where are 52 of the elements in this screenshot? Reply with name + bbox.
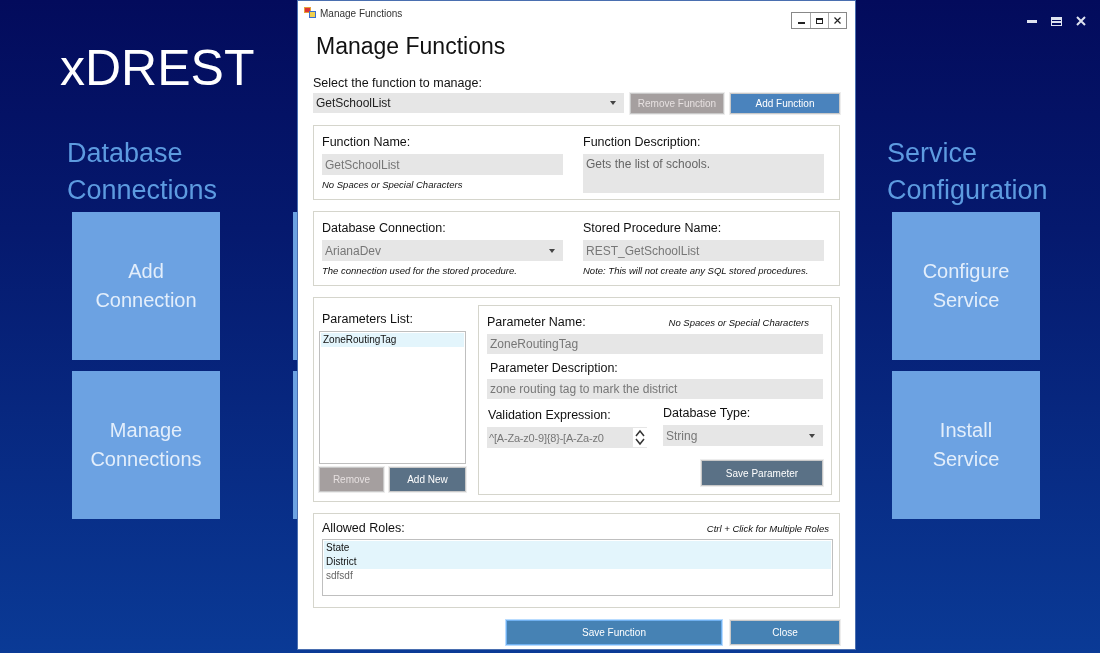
connection-dropdown[interactable]: ArianaDev (322, 240, 563, 261)
function-dropdown[interactable]: GetSchoolList (313, 93, 624, 113)
field-hint: Ctrl + Click for Multiple Roles (706, 523, 829, 534)
save-function-button[interactable]: Save Function (506, 620, 722, 645)
maximize-icon[interactable] (816, 17, 823, 24)
field-label: Parameter Name: (487, 314, 586, 330)
tile-button[interactable]: Manage Connections (72, 371, 220, 519)
dialog-heading: Manage Functions (316, 32, 507, 61)
field-hint: The connection used for the stored procedure. (322, 265, 518, 276)
section-heading: Database Connections (67, 137, 218, 207)
field-hint: No Spaces or Special Characters (668, 317, 809, 328)
app-title: xDREST (60, 39, 255, 98)
minimize-icon[interactable] (1027, 19, 1037, 23)
select-label: Select the function to manage: (313, 76, 482, 90)
field-label: Function Name: (322, 134, 412, 150)
field-label: Validation Expression: (488, 408, 611, 422)
procedure-name-field[interactable]: REST_GetSchoolList (583, 240, 824, 261)
window-title: Manage Functions (320, 8, 403, 19)
spinner-arrows-icon[interactable] (633, 428, 647, 447)
dropdown-caret-icon[interactable] (549, 248, 555, 253)
field-label: Database Connection: (322, 220, 447, 236)
field-label: Database Type: (663, 405, 752, 421)
minimize-icon[interactable] (797, 22, 805, 24)
list-label: Parameters List: (322, 312, 413, 326)
add-function-button[interactable]: Add Function (730, 93, 840, 114)
section-heading: Service Configuration (887, 137, 1048, 207)
close-button[interactable]: Close (730, 620, 840, 645)
function-description-field[interactable]: Gets the list of schools. (583, 154, 824, 193)
list-item[interactable]: State (324, 541, 831, 555)
parameter-description-field[interactable]: zone routing tag to mark the district (487, 379, 823, 399)
list-item[interactable]: District (324, 555, 831, 569)
list-item[interactable]: sdfsdf (324, 569, 831, 583)
add-new-button[interactable]: Add New (389, 467, 466, 492)
parameter-name-field[interactable]: ZoneRoutingTag (487, 334, 823, 354)
function-name-field[interactable]: GetSchoolList (322, 154, 563, 175)
list-item[interactable]: ZoneRoutingTag (321, 333, 464, 347)
dropdown-caret-icon[interactable] (610, 101, 616, 105)
save-parameter-button[interactable]: Save Parameter (701, 460, 823, 486)
dropdown-caret-icon[interactable] (809, 433, 815, 438)
tile-button[interactable]: Install Service (892, 371, 1040, 519)
tile-button[interactable]: Configure Service (892, 212, 1040, 360)
close-icon[interactable] (834, 17, 841, 24)
field-label: Function Description: (583, 134, 702, 150)
field-hint: Note: This will not create any SQL stored procedures. (583, 265, 810, 276)
validation-spin-field[interactable]: ^[A-Za-z0-9]{8}-[A-Za-z0 (487, 427, 647, 448)
app-icon (304, 7, 316, 18)
field-label: Parameter Description: (490, 361, 618, 375)
field-hint: No Spaces or Special Characters (322, 179, 464, 190)
database-type-dropdown[interactable]: String (663, 425, 823, 446)
field-label: Stored Procedure Name: (583, 220, 723, 236)
list-label: Allowed Roles: (322, 520, 405, 536)
tile-button[interactable]: Add Connection (72, 212, 220, 360)
